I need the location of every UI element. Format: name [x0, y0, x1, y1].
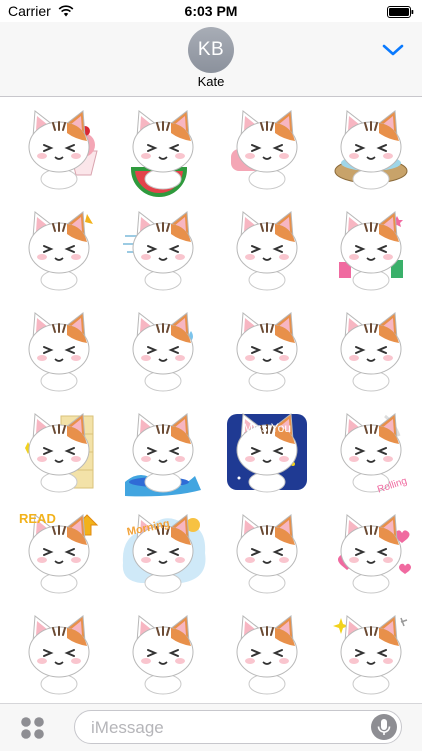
sticker-kitty-running[interactable]: [115, 202, 211, 298]
sticker-kitty-miss-you[interactable]: Miss You: [219, 404, 315, 500]
message-input[interactable]: [89, 717, 363, 739]
collapse-button[interactable]: [380, 40, 406, 60]
sticker-kitty-lying-pillow[interactable]: [219, 101, 315, 197]
sticker-kitty-pondering[interactable]: [219, 606, 315, 702]
contact-name[interactable]: Kate: [0, 74, 422, 89]
sticker-image: [28, 312, 90, 392]
sticker-kitty-morning[interactable]: Morning: [115, 505, 211, 601]
sticker-kitty-drinking[interactable]: [219, 505, 315, 601]
sticker-image: [334, 110, 408, 190]
sticker-image: [333, 615, 408, 695]
sticker-image: [28, 615, 90, 695]
sticker-image: [339, 211, 403, 291]
sticker-kitty-nervous[interactable]: [115, 303, 211, 399]
battery-icon: [387, 5, 414, 21]
sticker-image: [132, 615, 194, 695]
sticker-kitty-surfing[interactable]: [115, 404, 211, 500]
sticker-kitty-smirk[interactable]: [11, 606, 107, 702]
svg-text:READ: READ: [19, 511, 56, 526]
sticker-image: [28, 110, 98, 190]
sticker-kitty-head-tilt[interactable]: [11, 303, 107, 399]
sticker-kitty-shopping[interactable]: [323, 202, 419, 298]
sticker-image: [25, 413, 94, 493]
app-drawer-icon: [21, 717, 44, 739]
app-drawer-button[interactable]: [18, 716, 48, 740]
conversation-header: KB Kate: [0, 22, 422, 97]
sticker-image: [338, 514, 411, 594]
clock: 6:03 PM: [184, 3, 238, 19]
sticker-image: [236, 211, 298, 291]
status-bar: Carrier 6:03 PM: [0, 0, 422, 22]
sticker-kitty-crying[interactable]: [11, 202, 107, 298]
microphone-button[interactable]: [371, 714, 397, 740]
sticker-image: READ: [19, 511, 99, 594]
message-field: [74, 710, 402, 744]
sticker-kitty-bath-tub[interactable]: [323, 101, 419, 197]
sticker-kitty-thinking[interactable]: [219, 303, 315, 399]
svg-text:Miss You: Miss You: [243, 421, 291, 435]
sticker-image: [236, 514, 298, 594]
microphone-icon: [377, 719, 391, 735]
sticker-kitty-rolling[interactable]: Rolling: [323, 404, 419, 500]
avatar[interactable]: KB: [188, 27, 234, 73]
sticker-image: [236, 615, 298, 695]
sticker-kitty-shaved-ice[interactable]: [11, 101, 107, 197]
sticker-image: [130, 110, 194, 197]
sticker-grid: Miss You Rolling READ Morning: [0, 97, 422, 703]
sticker-image: [132, 312, 194, 392]
sticker-image: [28, 211, 93, 291]
sticker-image: [125, 413, 201, 497]
sticker-image: Rolling: [340, 413, 408, 496]
sticker-kitty-read[interactable]: READ: [11, 505, 107, 601]
sticker-image: [236, 312, 298, 392]
sticker-image: [340, 312, 402, 392]
sticker-image: Miss You: [227, 413, 307, 493]
sticker-kitty-sitting[interactable]: [115, 606, 211, 702]
sticker-kitty-red-mask[interactable]: [219, 202, 315, 298]
sticker-image: [123, 211, 194, 291]
sticker-kitty-hearts[interactable]: [323, 505, 419, 601]
sticker-kitty-watermelon[interactable]: [115, 101, 211, 197]
sticker-kitty-peeking-wall[interactable]: [11, 404, 107, 500]
sticker-kitty-clapping[interactable]: [323, 606, 419, 702]
sticker-image: [231, 110, 298, 190]
sticker-image: Morning: [122, 514, 206, 594]
message-input-bar: [0, 703, 422, 751]
chevron-down-icon: [382, 44, 404, 56]
sticker-kitty-mask-running[interactable]: [323, 303, 419, 399]
